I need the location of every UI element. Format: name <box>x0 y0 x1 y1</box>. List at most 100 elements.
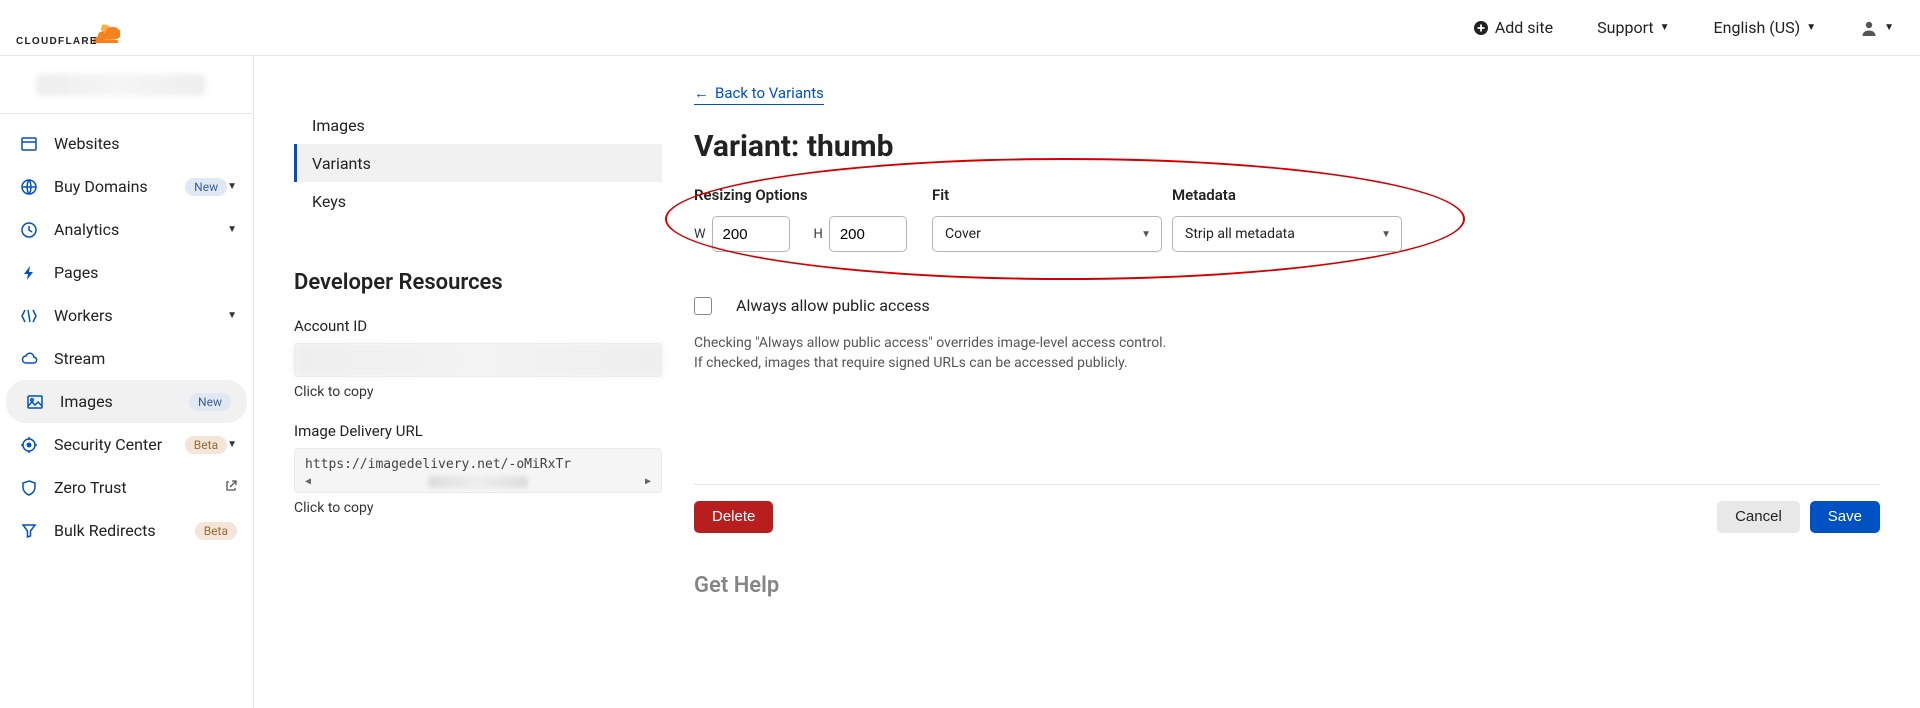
sidebar-label: Images <box>60 392 181 411</box>
public-access-help: Checking "Always allow public access" ov… <box>694 333 1880 374</box>
chevron-down-icon: ▼ <box>227 181 237 192</box>
chevron-down-icon: ▼ <box>1381 229 1391 240</box>
top-bar: CLOUDFLARE Add site Support ▼ English (U… <box>0 0 1920 56</box>
subtab-label: Variants <box>312 154 371 173</box>
target-icon <box>18 436 40 454</box>
globe-icon <box>18 178 40 196</box>
sidebar-item-security-center[interactable]: Security Center Beta ▼ <box>0 423 253 466</box>
lightning-icon <box>18 264 40 282</box>
width-label: W <box>694 227 706 242</box>
help-text-line: If checked, images that require signed U… <box>694 353 1880 373</box>
public-access-row: Always allow public access <box>694 296 1880 315</box>
sidebar-item-stream[interactable]: Stream <box>0 337 253 380</box>
clock-icon <box>18 221 40 239</box>
delivery-url-value: https://imagedelivery.net/-oMiRxTr <box>305 457 571 472</box>
sidebar-item-websites[interactable]: Websites <box>0 122 253 165</box>
variant-options-row: Resizing Options W H Fit Cover ▼ Metadat… <box>694 186 1880 252</box>
sidebar-label: Buy Domains <box>54 177 177 196</box>
main-panel: ← Back to Variants Variant: thumb Resizi… <box>690 56 1920 708</box>
plus-circle-icon <box>1473 20 1489 36</box>
add-site-link[interactable]: Add site <box>1463 12 1563 43</box>
sidebar-label: Bulk Redirects <box>54 521 187 540</box>
beta-badge: Beta <box>185 436 227 454</box>
sidebar-item-workers[interactable]: Workers ▼ <box>0 294 253 337</box>
width-input[interactable] <box>712 216 790 252</box>
sidebar-label: Websites <box>54 134 237 153</box>
resizing-options-label: Resizing Options <box>694 186 932 204</box>
sidebar-label: Security Center <box>54 435 177 454</box>
subtabs: Images Variants Keys <box>294 106 662 220</box>
account-id-label: Account ID <box>294 317 662 335</box>
new-badge: New <box>185 178 227 196</box>
get-help-heading: Get Help <box>694 573 1880 598</box>
image-delivery-url-box[interactable]: https://imagedelivery.net/-oMiRxTr ◀▶ <box>294 448 662 493</box>
support-label: Support <box>1597 18 1653 37</box>
support-dropdown[interactable]: Support ▼ <box>1587 12 1679 43</box>
sidebar-label: Analytics <box>54 220 227 239</box>
subtab-images[interactable]: Images <box>294 106 662 144</box>
websites-icon <box>18 135 40 153</box>
account-id-redacted <box>295 344 661 376</box>
back-to-variants-link[interactable]: ← Back to Variants <box>694 84 824 105</box>
sidebar-label: Zero Trust <box>54 478 219 497</box>
height-input[interactable] <box>829 216 907 252</box>
shield-icon <box>18 479 40 497</box>
new-badge: New <box>189 393 231 411</box>
public-access-checkbox[interactable] <box>694 297 712 315</box>
fit-select[interactable]: Cover ▼ <box>932 216 1162 252</box>
fit-selected-value: Cover <box>945 226 981 242</box>
user-icon <box>1860 19 1878 37</box>
action-row: Delete Cancel Save <box>694 484 1880 533</box>
add-site-label: Add site <box>1495 18 1553 37</box>
subtab-label: Keys <box>312 192 346 211</box>
account-selector[interactable] <box>0 56 253 114</box>
save-button[interactable]: Save <box>1810 501 1880 533</box>
chevron-down-icon: ▼ <box>227 224 237 235</box>
subtab-keys[interactable]: Keys <box>294 182 662 220</box>
chevron-down-icon: ▼ <box>1806 22 1816 33</box>
sidebar-item-zero-trust[interactable]: Zero Trust <box>0 466 253 509</box>
chevron-down-icon: ▼ <box>227 439 237 450</box>
workers-icon <box>18 307 40 325</box>
subtab-variants[interactable]: Variants <box>294 144 662 182</box>
metadata-label: Metadata <box>1172 186 1402 204</box>
beta-badge: Beta <box>195 522 237 540</box>
sidebar: Websites Buy Domains New ▼ Analytics ▼ <box>0 56 254 708</box>
subtab-label: Images <box>312 116 365 135</box>
click-to-copy-hint: Click to copy <box>294 384 662 400</box>
sidebar-item-analytics[interactable]: Analytics ▼ <box>0 208 253 251</box>
sidebar-label: Stream <box>54 349 237 368</box>
sidebar-item-buy-domains[interactable]: Buy Domains New ▼ <box>0 165 253 208</box>
image-icon <box>24 393 46 411</box>
metadata-select[interactable]: Strip all metadata ▼ <box>1172 216 1402 252</box>
metadata-group: Metadata Strip all metadata ▼ <box>1172 186 1402 252</box>
click-to-copy-hint: Click to copy <box>294 500 662 516</box>
sidebar-item-bulk-redirects[interactable]: Bulk Redirects Beta <box>0 509 253 552</box>
user-menu[interactable]: ▼ <box>1850 13 1904 43</box>
external-link-icon <box>225 480 237 495</box>
sidebar-item-pages[interactable]: Pages <box>0 251 253 294</box>
sidebar-label: Workers <box>54 306 227 325</box>
developer-resources-heading: Developer Resources <box>294 270 662 295</box>
height-label: H <box>814 227 823 242</box>
mid-column: Images Variants Keys Developer Resources… <box>254 56 690 708</box>
delete-button[interactable]: Delete <box>694 501 773 533</box>
scroll-indicator: ◀▶ <box>305 476 651 488</box>
cancel-button[interactable]: Cancel <box>1717 501 1800 533</box>
page-title: Variant: thumb <box>694 129 1880 164</box>
main-nav: Websites Buy Domains New ▼ Analytics ▼ <box>0 114 253 552</box>
cloudflare-logo[interactable]: CLOUDFLARE <box>16 10 120 46</box>
developer-resources: Developer Resources Account ID Click to … <box>294 270 662 516</box>
fit-label: Fit <box>932 186 1172 204</box>
public-access-label: Always allow public access <box>736 296 930 315</box>
fit-group: Fit Cover ▼ <box>932 186 1172 252</box>
svg-text:CLOUDFLARE: CLOUDFLARE <box>16 36 98 46</box>
chevron-down-icon: ▼ <box>227 310 237 321</box>
account-id-box[interactable] <box>294 343 662 377</box>
language-dropdown[interactable]: English (US) ▼ <box>1704 12 1827 43</box>
cloud-icon <box>18 350 40 368</box>
help-text-line: Checking "Always allow public access" ov… <box>694 333 1880 353</box>
metadata-selected-value: Strip all metadata <box>1185 226 1295 242</box>
sidebar-item-images[interactable]: Images New <box>6 380 247 423</box>
image-delivery-url-label: Image Delivery URL <box>294 422 662 440</box>
